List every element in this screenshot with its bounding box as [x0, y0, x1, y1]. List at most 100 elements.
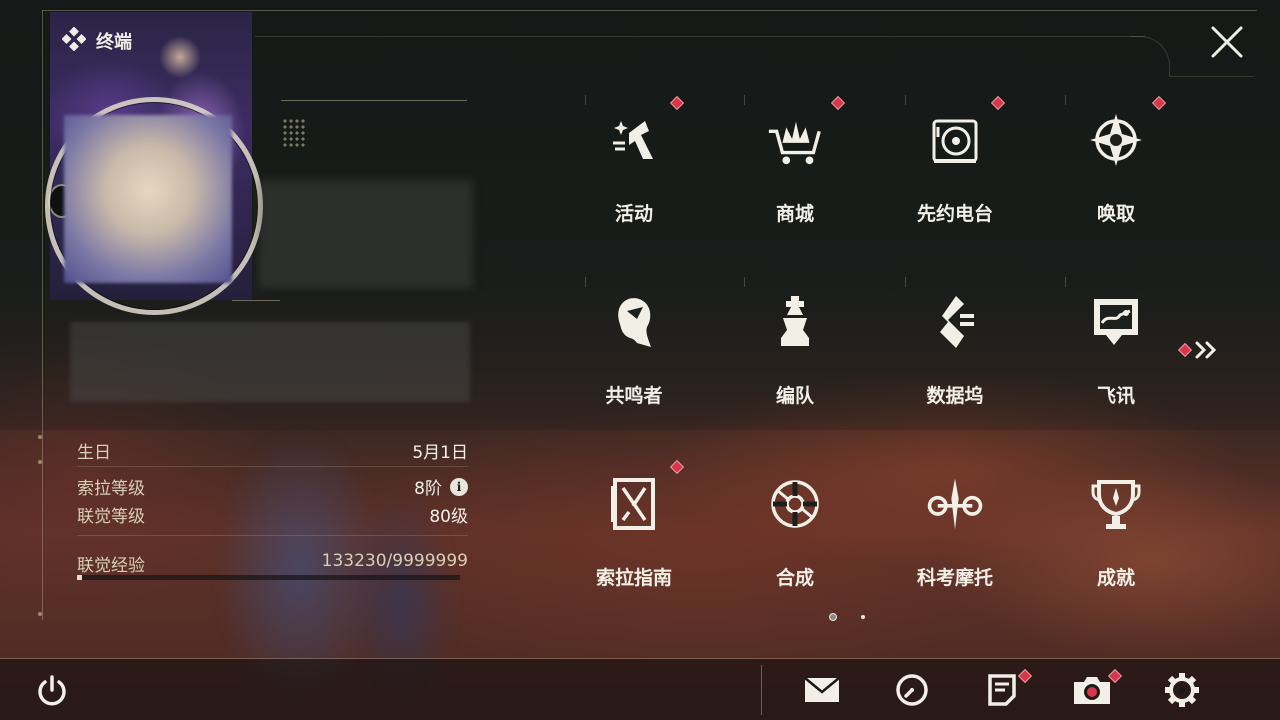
frame-line	[42, 10, 43, 620]
menu-label: 共鸣者	[605, 385, 663, 407]
resonator-icon	[604, 292, 664, 352]
mail-icon	[804, 677, 840, 702]
notification-badge	[669, 95, 685, 111]
menu-label: 飞讯	[1096, 385, 1135, 407]
shop-icon	[765, 110, 825, 170]
stat-value: 133230/9999999	[321, 551, 468, 571]
team-icon	[765, 292, 825, 352]
bottom-divider	[761, 665, 762, 715]
menu-item-activity[interactable]: 活动	[554, 95, 714, 275]
terminal-logo-icon	[61, 26, 87, 55]
data-bank-icon	[925, 292, 985, 352]
menu-item-synthesis[interactable]: 合成	[715, 459, 875, 639]
menu-label: 先约电台	[916, 203, 993, 225]
profile-divider	[232, 300, 280, 301]
message-icon	[1086, 292, 1146, 352]
stat-label: 联觉等级	[77, 507, 145, 527]
notification-badge	[669, 459, 685, 475]
grid-tick	[1065, 277, 1066, 287]
menu-label: 唤取	[1096, 203, 1135, 225]
menu-item-resonator[interactable]: 共鸣者	[554, 277, 714, 457]
close-button[interactable]	[1209, 24, 1245, 60]
stat-value-wrap: 8阶 i	[414, 474, 468, 499]
power-button[interactable]	[32, 670, 72, 710]
menu-item-radio[interactable]: 先约电台	[875, 95, 1035, 275]
power-icon	[38, 675, 66, 706]
frame-line	[0, 658, 1280, 659]
grid-tick	[905, 277, 906, 287]
stat-divider	[77, 466, 468, 467]
stat-divider	[77, 535, 468, 536]
menu-item-data-bank[interactable]: 数据坞	[875, 277, 1035, 457]
clock-button[interactable]	[892, 670, 932, 710]
stat-value: 5月1日	[412, 443, 468, 463]
frame-line	[1169, 76, 1254, 77]
menu-label: 商城	[775, 203, 814, 225]
menu-label: 数据坞	[926, 385, 984, 407]
profile-divider	[281, 100, 467, 101]
menu-item-convene[interactable]: 唤取	[1036, 95, 1196, 275]
next-page-button[interactable]	[1177, 340, 1220, 360]
grid-tick	[905, 95, 906, 105]
exp-progress-bar	[77, 575, 460, 580]
stat-union-exp: 联觉经验 133230/9999999	[77, 551, 468, 576]
notification-badge	[1151, 95, 1167, 111]
stat-value: 80级	[429, 507, 468, 527]
clock-icon	[896, 674, 928, 706]
trophy-icon	[1086, 474, 1146, 534]
stat-birthday: 生日 5月1日	[77, 438, 468, 463]
camera-icon	[1074, 677, 1110, 704]
menu-item-team[interactable]: 编队	[715, 277, 875, 457]
grid-tick	[744, 95, 745, 105]
frame-dot	[38, 460, 42, 464]
menu-item-message[interactable]: 飞讯	[1036, 277, 1196, 457]
settings-button[interactable]	[1162, 670, 1202, 710]
frame-line	[42, 10, 1257, 11]
stat-union-level: 联觉等级 80级	[77, 502, 468, 527]
camera-button[interactable]	[1072, 668, 1123, 710]
convene-icon	[1086, 110, 1146, 170]
stat-label: 联觉经验	[77, 556, 145, 576]
menu-item-guidebook[interactable]: 索拉指南	[554, 459, 714, 639]
frame-dot	[38, 435, 42, 439]
avatar[interactable]	[64, 115, 232, 283]
frame-dot	[38, 612, 42, 616]
menu-label: 成就	[1096, 567, 1135, 589]
stat-label: 生日	[77, 443, 111, 463]
menu-item-achievement[interactable]: 成就	[1036, 459, 1196, 639]
stat-sola-level: 索拉等级 8阶 i	[77, 474, 468, 499]
notice-icon	[988, 674, 1016, 706]
notification-badge	[990, 95, 1006, 111]
stat-value: 8阶	[414, 479, 442, 499]
info-icon[interactable]: i	[450, 477, 468, 496]
settings-icon	[1165, 673, 1199, 707]
menu-label: 科考摩托	[916, 567, 993, 589]
menu-label: 合成	[775, 567, 814, 589]
grid-tick	[585, 277, 586, 287]
close-icon	[1211, 26, 1243, 58]
grid-tick	[1065, 95, 1066, 105]
motorcycle-icon	[925, 474, 985, 534]
grid-tick	[744, 277, 745, 287]
decor-dots	[282, 118, 306, 148]
exp-progress-fill	[77, 575, 83, 580]
menu-label: 索拉指南	[595, 567, 672, 589]
guidebook-icon	[604, 474, 664, 534]
notification-badge	[830, 95, 846, 111]
stat-label: 索拉等级	[77, 479, 145, 499]
notice-button[interactable]	[982, 668, 1033, 710]
menu-item-motorcycle[interactable]: 科考摩托	[875, 459, 1035, 639]
player-name-redacted	[258, 180, 473, 288]
notification-badge	[1177, 342, 1193, 358]
player-signature-redacted[interactable]	[70, 322, 470, 402]
frame-line	[255, 36, 1145, 37]
mail-button[interactable]	[802, 670, 842, 710]
menu-item-shop[interactable]: 商城	[715, 95, 875, 275]
page-indicator-active[interactable]	[829, 613, 837, 621]
double-chevron-right-icon	[1195, 341, 1217, 359]
terminal-header: 终端	[61, 26, 132, 55]
radio-icon	[925, 110, 985, 170]
synthesis-icon	[765, 474, 825, 534]
page-indicator[interactable]	[861, 615, 865, 619]
grid-tick	[585, 95, 586, 105]
